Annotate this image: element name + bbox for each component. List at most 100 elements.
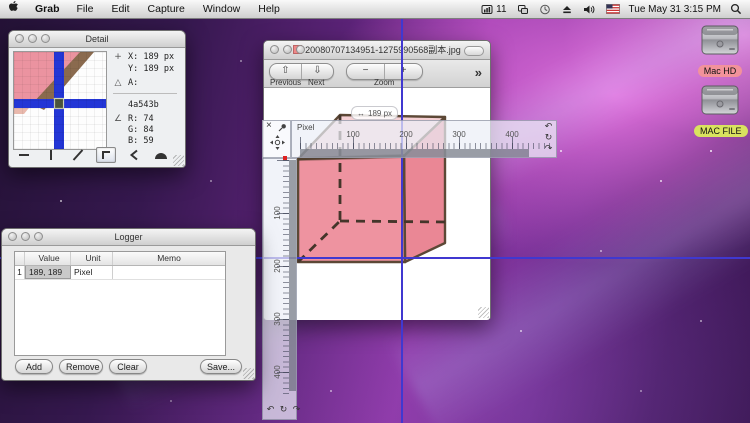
y-readout: Y: 189 px: [128, 64, 175, 74]
menu-item-file[interactable]: File: [68, 1, 103, 18]
resize-grip[interactable]: [173, 155, 184, 166]
logger-titlebar[interactable]: Logger: [2, 229, 255, 246]
row-memo-cell[interactable]: [113, 266, 225, 279]
status-time-machine[interactable]: [534, 4, 556, 15]
remove-button[interactable]: Remove: [59, 359, 103, 374]
table-row[interactable]: 1 189, 189 Pixel: [15, 266, 225, 280]
close-button[interactable]: [15, 34, 24, 43]
desktop-icon-label[interactable]: MAC FILE: [694, 125, 748, 137]
move-icon[interactable]: [270, 135, 285, 150]
apple-menu[interactable]: [0, 0, 27, 19]
zoom-button[interactable]: [296, 45, 305, 54]
horizontal-ruler[interactable]: Pixel 100 200 300 400 ↶ ↻ ↷: [291, 120, 557, 158]
menu-item-capture[interactable]: Capture: [139, 1, 194, 18]
status-input-source[interactable]: [601, 4, 625, 14]
minimize-button[interactable]: [21, 232, 30, 241]
resize-grip[interactable]: [478, 307, 489, 318]
vertical-line-tool[interactable]: [42, 148, 60, 162]
menu-item-window[interactable]: Window: [194, 1, 249, 18]
spotlight[interactable]: [725, 3, 750, 15]
close-button[interactable]: [270, 45, 279, 54]
previous-button[interactable]: ⇧: [270, 64, 301, 79]
angle-icon: ∠: [113, 114, 123, 124]
resize-grip[interactable]: [243, 368, 254, 379]
diagonal-line-tool[interactable]: [69, 148, 87, 162]
angle-tool[interactable]: [125, 148, 143, 162]
corner-tool[interactable]: [96, 147, 116, 163]
zoom-out-button[interactable]: −: [347, 64, 384, 79]
divider: [113, 93, 177, 94]
meter-icon: [481, 4, 493, 14]
next-button[interactable]: ⇩: [301, 64, 333, 79]
pin-icon[interactable]: [278, 123, 287, 132]
arc-tool[interactable]: [152, 148, 170, 162]
column-header-unit[interactable]: Unit: [71, 252, 113, 265]
measure-tool-buttons: [15, 146, 179, 164]
alpha-triangle-icon: △: [114, 78, 122, 88]
alpha-readout: A:: [128, 78, 139, 88]
ruler-measure-bar[interactable]: [300, 149, 529, 157]
rotate-icon[interactable]: ↻: [543, 133, 554, 144]
overlapping-windows-icon: [517, 4, 528, 14]
minimize-button[interactable]: [28, 34, 37, 43]
desktop-icon-label[interactable]: Mac HD: [697, 65, 743, 77]
menu-item-help[interactable]: Help: [249, 1, 289, 18]
rotate-cw-icon[interactable]: ↷: [543, 144, 554, 155]
image-viewer-toolbar: ⇧ ⇩ Previous Next − + Zoom »: [264, 60, 490, 88]
ruler-measure-bar[interactable]: [289, 160, 296, 391]
status-volume[interactable]: [578, 4, 601, 15]
desktop-icon-mac-hd[interactable]: Mac HD: [694, 24, 746, 79]
rotate-cw-icon[interactable]: ↷: [291, 405, 302, 416]
table-header: Value Unit Memo: [15, 252, 225, 266]
rotate-ccw-icon[interactable]: ↶: [543, 122, 554, 133]
screen: Mac HD MAC FILE 20080707134951-127599056…: [0, 0, 750, 423]
desktop-icon-mac-file[interactable]: MAC FILE: [694, 84, 748, 139]
rotate-icon[interactable]: ↻: [278, 405, 289, 416]
ruler-rotate-controls: ↶ ↻ ↷: [265, 405, 302, 416]
zoom-button[interactable]: [41, 34, 50, 43]
clear-button[interactable]: Clear: [109, 359, 147, 374]
save-button[interactable]: Save...: [200, 359, 242, 374]
measurement-value: 189 px: [368, 108, 393, 118]
menu-item-grab[interactable]: Grab: [27, 1, 68, 18]
image-viewer-titlebar[interactable]: 20080707134951-1275990568副本.jpg: [264, 41, 490, 60]
vertical-ruler[interactable]: 100 200 300 400 ↶ ↻ ↷: [262, 158, 300, 420]
close-button[interactable]: [8, 232, 17, 241]
clock-icon: [539, 4, 550, 14]
toolbar-toggle-button[interactable]: [464, 46, 484, 56]
ruler-control-box[interactable]: ×: [262, 120, 291, 158]
zoom-in-button[interactable]: +: [384, 64, 422, 79]
menu-item-edit[interactable]: Edit: [102, 1, 138, 18]
minimize-button[interactable]: [283, 45, 292, 54]
horizontal-line-tool[interactable]: [15, 148, 33, 162]
image-viewer-window: 20080707134951-1275990568副本.jpg ⇧ ⇩ Prev…: [263, 40, 491, 320]
row-unit-cell[interactable]: Pixel: [71, 266, 113, 279]
add-button[interactable]: Add: [15, 359, 53, 374]
status-meter[interactable]: 11: [476, 4, 511, 15]
logger-table[interactable]: Value Unit Memo 1 189, 189 Pixel: [14, 251, 226, 356]
toolbar-overflow-chevrons[interactable]: »: [475, 65, 482, 80]
next-label: Next: [308, 78, 325, 87]
ruler-close-icon[interactable]: ×: [266, 120, 272, 131]
column-header-memo[interactable]: Memo: [113, 252, 225, 265]
magnifier-view: [13, 51, 107, 150]
status-eject[interactable]: [556, 4, 578, 15]
vertical-crosshair-line[interactable]: [401, 18, 403, 423]
rotate-ccw-icon[interactable]: ↶: [265, 405, 276, 416]
column-header-value[interactable]: Value: [25, 252, 71, 265]
menu-bar-clock[interactable]: Tue May 31 3:15 PM: [625, 4, 725, 15]
red-readout: R: 74: [128, 114, 154, 124]
xy-crosshair-icon: +: [114, 52, 122, 62]
window-title: Logger: [114, 232, 143, 242]
zoom-button[interactable]: [34, 232, 43, 241]
row-value-cell[interactable]: 189, 189: [25, 266, 71, 279]
meter-value: 11: [496, 3, 507, 15]
apple-icon: [9, 0, 18, 11]
measure-arrow-icon: ↔: [357, 108, 365, 118]
hard-drive-icon: [701, 25, 739, 55]
status-sync[interactable]: [512, 4, 534, 15]
detail-titlebar[interactable]: Detail: [9, 31, 185, 48]
previous-label: Previous: [270, 78, 302, 87]
us-flag-icon: [605, 4, 620, 14]
logger-window: Logger Value Unit Memo 1 189, 189 Pixel …: [1, 228, 256, 381]
